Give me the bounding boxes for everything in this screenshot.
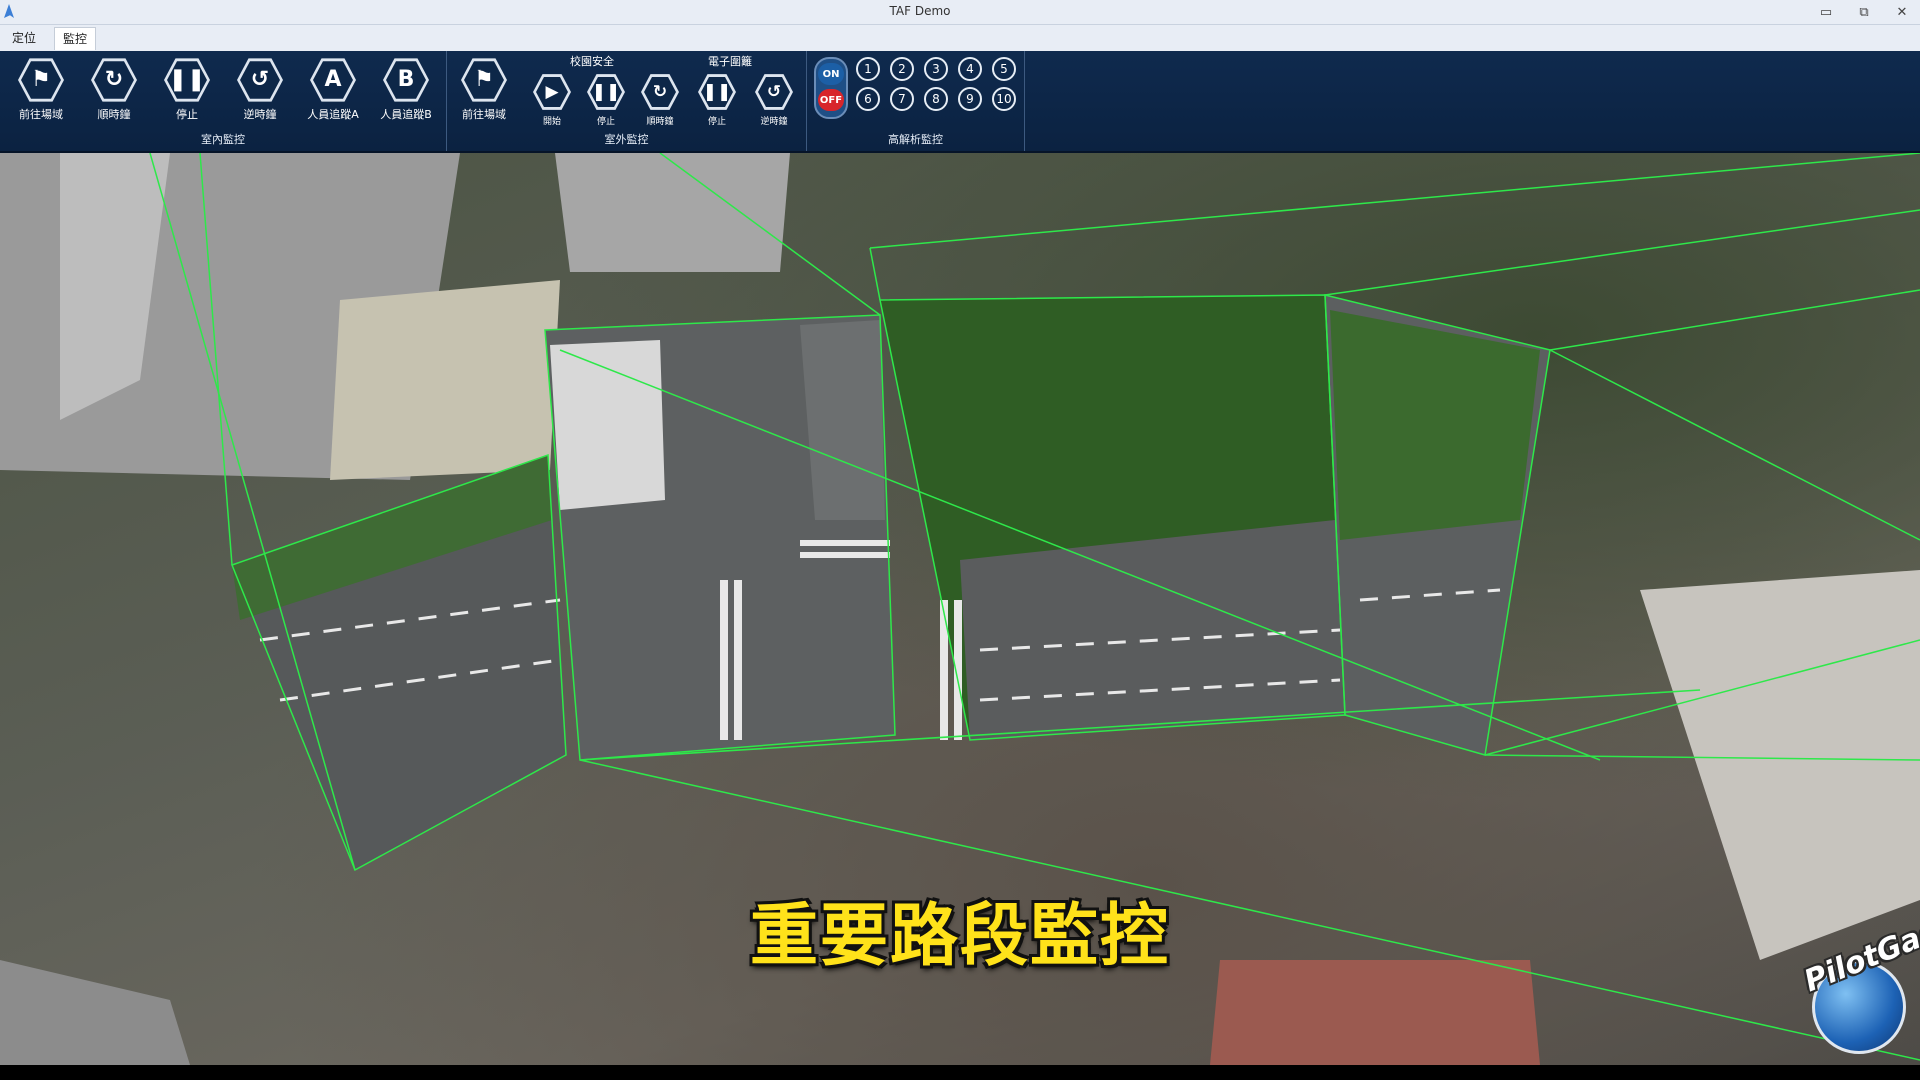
group-label-hires: 高解析監控 bbox=[888, 133, 943, 146]
hires-toggle[interactable]: ON OFF bbox=[814, 57, 848, 119]
group-label-indoor: 室內監控 bbox=[201, 133, 245, 146]
tab-monitor[interactable]: 監控 bbox=[54, 27, 97, 50]
camera-button-6[interactable]: 6 bbox=[856, 87, 880, 111]
camera-button-4[interactable]: 4 bbox=[958, 57, 982, 81]
ribbon-toolbar: ⚑ 前往場域 ↻ 順時鐘 ❚❚ 停止 ↺ 逆時鐘 A 人員追蹤A B 人員追蹤B… bbox=[0, 51, 1920, 153]
pause-icon: ❚❚ bbox=[164, 58, 210, 102]
indoor-goto-button[interactable]: ⚑ 前往場域 bbox=[10, 57, 72, 122]
fence-counterclockwise-button[interactable]: ↺ 逆時鐘 bbox=[749, 73, 799, 127]
camera-button-2[interactable]: 2 bbox=[890, 57, 914, 81]
camera-button-9[interactable]: 9 bbox=[958, 87, 982, 111]
building-block bbox=[550, 340, 665, 510]
toggle-off[interactable]: OFF bbox=[818, 89, 844, 111]
close-button[interactable]: ✕ bbox=[1884, 2, 1920, 22]
camera-button-8[interactable]: 8 bbox=[924, 87, 948, 111]
footsteps-a-icon: A bbox=[310, 58, 356, 102]
window-title: TAF Demo bbox=[889, 4, 951, 18]
campus-clockwise-button[interactable]: ↻ 順時鐘 bbox=[635, 73, 685, 127]
track-person-b-button[interactable]: B 人員追蹤B bbox=[375, 57, 437, 122]
pause-icon: ❚❚ bbox=[698, 74, 736, 110]
bottom-bar bbox=[0, 1065, 1920, 1080]
group-label-outdoor: 室外監控 bbox=[604, 133, 649, 146]
camera-button-5[interactable]: 5 bbox=[992, 57, 1016, 81]
menu-bar: 定位 監控 bbox=[0, 25, 1920, 51]
building-block bbox=[555, 153, 790, 272]
rotate-clockwise-icon: ↻ bbox=[91, 58, 137, 102]
road bbox=[800, 320, 885, 520]
group-outdoor: ⚑ 前往場域 校園安全 電子圍籬 ▶ 開始 ❚❚ 停止 ↻ 順時鐘 ❚❚ 停止 … bbox=[447, 51, 807, 151]
tab-locate[interactable]: 定位 bbox=[4, 27, 44, 49]
map-viewport[interactable]: 重要路段監控 PilotGaea bbox=[0, 153, 1920, 1065]
group-indoor: ⚑ 前往場域 ↻ 順時鐘 ❚❚ 停止 ↺ 逆時鐘 A 人員追蹤A B 人員追蹤B… bbox=[0, 51, 447, 151]
camera-button-10[interactable]: 10 bbox=[992, 87, 1016, 111]
tree-row bbox=[1330, 310, 1540, 540]
campus-start-button[interactable]: ▶ 開始 bbox=[527, 73, 577, 127]
title-bar: TAF Demo ▭ ⧉ ✕ bbox=[0, 0, 1920, 25]
indoor-counterclockwise-button[interactable]: ↺ 逆時鐘 bbox=[229, 57, 291, 122]
restore-button[interactable]: ⧉ bbox=[1846, 2, 1882, 22]
building-block bbox=[330, 280, 560, 480]
location-icon: ⚑ bbox=[18, 58, 64, 102]
track-person-a-button[interactable]: A 人員追蹤A bbox=[302, 57, 364, 122]
camera-button-7[interactable]: 7 bbox=[890, 87, 914, 111]
campus-stop-button[interactable]: ❚❚ 停止 bbox=[581, 73, 631, 127]
outdoor-goto-button[interactable]: ⚑ 前往場域 bbox=[453, 57, 515, 122]
fence-stop-button[interactable]: ❚❚ 停止 bbox=[692, 73, 742, 127]
indoor-stop-button[interactable]: ❚❚ 停止 bbox=[156, 57, 218, 122]
geofence-label: 電子圍籬 bbox=[708, 55, 752, 68]
indoor-clockwise-button[interactable]: ↻ 順時鐘 bbox=[83, 57, 145, 122]
campus-safety-label: 校園安全 bbox=[570, 55, 614, 68]
pause-icon: ❚❚ bbox=[587, 74, 625, 110]
camera-button-1[interactable]: 1 bbox=[856, 57, 880, 81]
subtitle-caption: 重要路段監控 bbox=[749, 897, 1170, 976]
toggle-on[interactable]: ON bbox=[818, 63, 844, 85]
rotate-counterclockwise-icon: ↺ bbox=[755, 74, 793, 110]
camera-button-3[interactable]: 3 bbox=[924, 57, 948, 81]
location-icon: ⚑ bbox=[461, 58, 507, 102]
rotate-clockwise-icon: ↻ bbox=[641, 74, 679, 110]
footsteps-b-icon: B bbox=[383, 58, 429, 102]
minimize-button[interactable]: ▭ bbox=[1808, 2, 1844, 22]
rotate-counterclockwise-icon: ↺ bbox=[237, 58, 283, 102]
play-icon: ▶ bbox=[533, 74, 571, 110]
